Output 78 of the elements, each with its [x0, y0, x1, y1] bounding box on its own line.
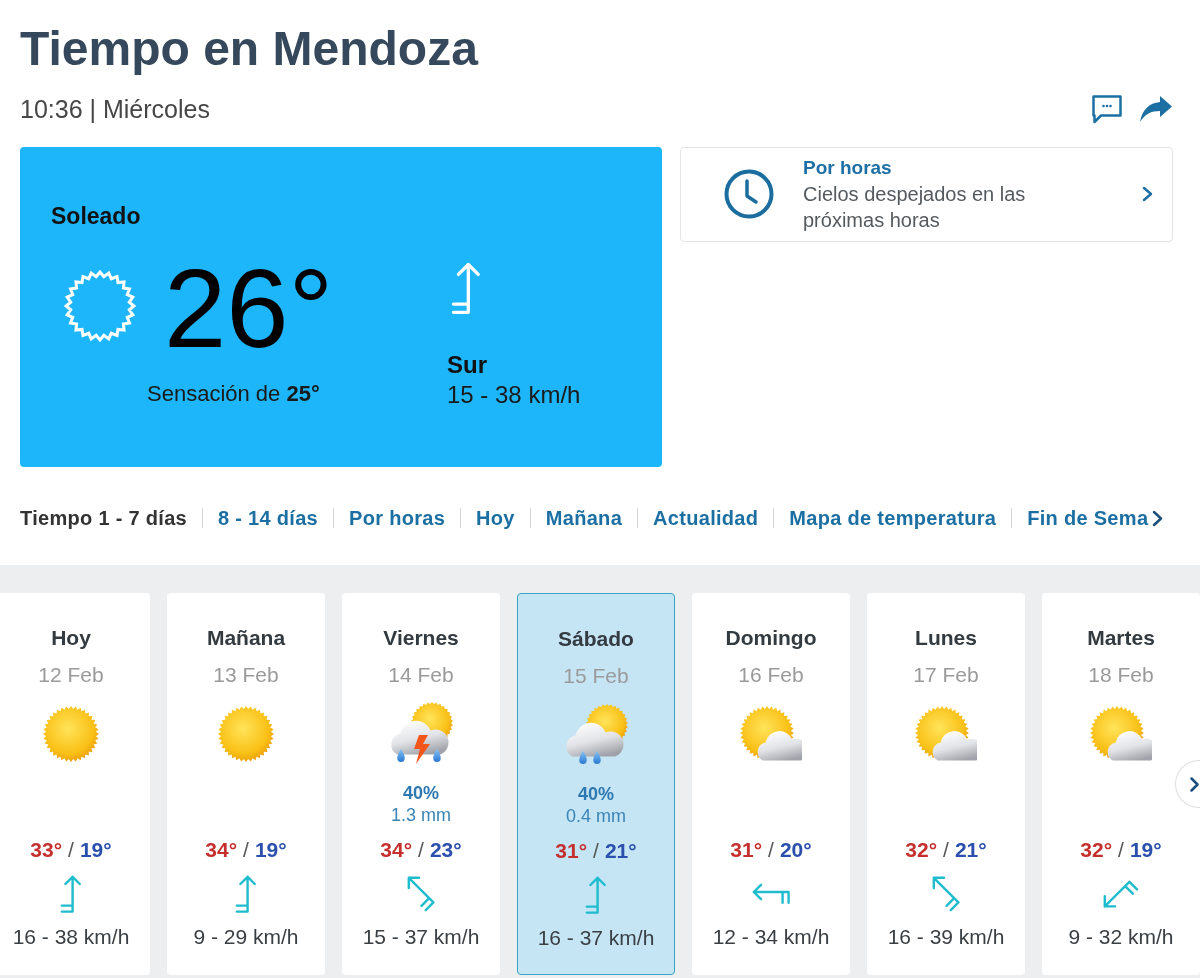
day-date: 12 Feb — [38, 662, 104, 688]
hourly-forecast-card[interactable]: Por horas Cielos despejados en las próximas horas — [680, 147, 1173, 242]
nav-tab[interactable]: 8 - 14 días — [218, 504, 319, 532]
day-name: Sábado — [558, 626, 634, 652]
wind-speed: 12 - 34 km/h — [712, 924, 830, 950]
day-name: Lunes — [915, 625, 977, 651]
wind-speed: 9 - 32 km/h — [1068, 924, 1174, 950]
temp-low: 19° — [254, 837, 287, 863]
day-card[interactable]: Lunes 17 Feb 32° / 21° 16 - 39 km/h — [867, 593, 1025, 975]
temp-high: 34° — [380, 837, 413, 863]
temp-separator: / — [1118, 837, 1124, 863]
wind-speed: 16 - 37 km/h — [537, 925, 655, 951]
rain-chance: 40% — [402, 782, 439, 804]
wind-direction: Sur — [447, 350, 487, 379]
wind-speed: 16 - 39 km/h — [887, 924, 1005, 950]
chevron-right-icon — [1142, 186, 1153, 202]
day-name: Hoy — [51, 625, 91, 651]
page-title: Tiempo en Mendoza — [20, 21, 480, 77]
nav-tab[interactable]: Actualidad — [653, 504, 759, 532]
temp-high: 32° — [1080, 837, 1113, 863]
day-name: Viernes — [383, 625, 459, 651]
day-card[interactable]: Mañana 13 Feb 34° / 19° 9 - 29 km/h — [167, 593, 325, 975]
temp-separator: / — [768, 837, 774, 863]
temp-high: 34° — [205, 837, 238, 863]
rain-amount: 1.3 mm — [391, 804, 451, 826]
nav-tab[interactable]: Mañana — [545, 504, 623, 532]
day-card[interactable]: Viernes 14 Feb 40% 1.3 mm 34° / 23° 15 - 37 km/h — [342, 593, 500, 975]
chevron-right-icon — [1190, 776, 1199, 792]
nav-tab[interactable]: Hoy — [476, 504, 515, 532]
day-date: 13 Feb — [213, 662, 279, 688]
temp-high: 33° — [30, 837, 63, 863]
wind-speed: 15 - 38 km/h — [447, 380, 581, 409]
temp-high: 31° — [555, 838, 588, 864]
temp-low: 19° — [1129, 837, 1162, 863]
temp-high: 32° — [905, 837, 938, 863]
sun-outline-icon — [64, 270, 136, 342]
current-temperature: 26° — [164, 259, 334, 359]
temp-separator: / — [68, 837, 74, 863]
rain-amount: 0.4 mm — [566, 805, 626, 827]
chevron-right-icon[interactable] — [1152, 509, 1164, 527]
day-name: Domingo — [725, 625, 817, 651]
day-date: 18 Feb — [1088, 662, 1154, 688]
nav-tab[interactable]: Tiempo 1 - 7 días — [20, 504, 187, 532]
day-name: Mañana — [206, 625, 286, 651]
day-date: 17 Feb — [913, 662, 979, 688]
wind-speed: 16 - 38 km/h — [12, 924, 130, 950]
time-and-day: 10:36 | Miércoles — [20, 94, 210, 124]
nav-tab[interactable]: Por horas — [349, 504, 446, 532]
rain-chance: 40% — [577, 783, 614, 805]
wind-speed: 9 - 29 km/h — [193, 924, 299, 950]
wind-speed: 15 - 37 km/h — [362, 924, 480, 950]
day-date: 14 Feb — [388, 662, 454, 688]
feels-like-text: Sensación de 25° — [147, 381, 320, 407]
condition-label: Soleado — [51, 202, 141, 230]
temp-separator: / — [243, 837, 249, 863]
temp-low: 21° — [604, 838, 637, 864]
day-card[interactable]: Hoy 12 Feb 33° / 19° 16 - 38 km/h — [0, 593, 150, 975]
share-icon[interactable] — [1139, 95, 1173, 123]
temp-high: 31° — [730, 837, 763, 863]
hourly-title: Por horas — [803, 156, 893, 180]
temp-separator: / — [943, 837, 949, 863]
temp-separator: / — [418, 837, 424, 863]
day-card[interactable]: Domingo 16 Feb 31° / 20° 12 - 34 km/h — [692, 593, 850, 975]
temp-low: 23° — [429, 837, 462, 863]
temp-low: 19° — [79, 837, 112, 863]
day-date: 16 Feb — [738, 662, 804, 688]
nav-tab[interactable]: Fin de Sema — [1027, 504, 1149, 532]
temp-separator: / — [593, 838, 599, 864]
temp-low: 21° — [954, 837, 987, 863]
day-card[interactable]: Martes 18 Feb 32° / 19° 9 - 32 km/h — [1042, 593, 1200, 975]
speech-bubble-icon[interactable] — [1091, 94, 1123, 124]
day-date: 15 Feb — [563, 663, 629, 689]
hourly-summary: Cielos despejados en las próximas horas — [803, 182, 1027, 233]
day-card[interactable]: Sábado 15 Feb 40% 0.4 mm 31° / 21° 16 - 37 km/h — [517, 593, 675, 975]
nav-tab[interactable]: Mapa de temperatura — [789, 504, 997, 532]
clock-icon — [724, 169, 774, 219]
day-name: Martes — [1087, 625, 1155, 651]
temp-low: 20° — [779, 837, 812, 863]
